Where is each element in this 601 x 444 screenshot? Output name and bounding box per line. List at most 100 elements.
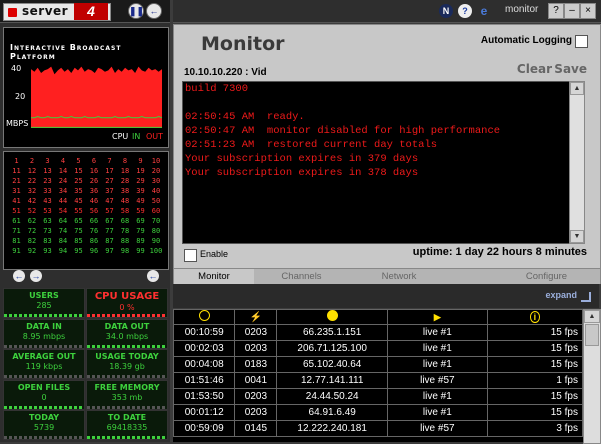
- table-row[interactable]: 00:10:59 0203 66.235.1.151 live #1 15 fps: [173, 324, 583, 341]
- channel-98[interactable]: 98: [118, 247, 133, 255]
- channel-61[interactable]: 61: [9, 217, 24, 225]
- channel-63[interactable]: 63: [40, 217, 55, 225]
- channel-93[interactable]: 93: [40, 247, 55, 255]
- expand-corner-icon[interactable]: [581, 292, 591, 302]
- channel-15[interactable]: 15: [71, 167, 86, 175]
- auto-logging-checkbox[interactable]: [575, 35, 588, 48]
- channel-56[interactable]: 56: [87, 207, 102, 215]
- channel-13[interactable]: 13: [40, 167, 55, 175]
- channel-79[interactable]: 79: [133, 227, 148, 235]
- channel-23[interactable]: 23: [40, 177, 55, 185]
- channel-20[interactable]: 20: [149, 167, 164, 175]
- save-button[interactable]: Save: [554, 62, 587, 76]
- channel-1[interactable]: 1: [9, 157, 24, 165]
- channel-47[interactable]: 47: [102, 197, 117, 205]
- channel-46[interactable]: 46: [87, 197, 102, 205]
- channel-55[interactable]: 55: [71, 207, 86, 215]
- channel-58[interactable]: 58: [118, 207, 133, 215]
- channel-22[interactable]: 22: [25, 177, 40, 185]
- channel-26[interactable]: 26: [87, 177, 102, 185]
- browser-icon[interactable]: e: [477, 4, 491, 18]
- channel-87[interactable]: 87: [102, 237, 117, 245]
- channel-44[interactable]: 44: [56, 197, 71, 205]
- channel-96[interactable]: 96: [87, 247, 102, 255]
- info-icon[interactable]: i: [486, 309, 583, 325]
- clear-button[interactable]: Clear: [517, 62, 552, 76]
- channel-45[interactable]: 45: [71, 197, 86, 205]
- channel-52[interactable]: 52: [25, 207, 40, 215]
- channel-76[interactable]: 76: [87, 227, 102, 235]
- page-back-icon[interactable]: ←: [147, 270, 159, 282]
- channel-86[interactable]: 86: [87, 237, 102, 245]
- channel-72[interactable]: 72: [25, 227, 40, 235]
- scroll-thumb[interactable]: [585, 324, 599, 346]
- channel-16[interactable]: 16: [87, 167, 102, 175]
- table-row[interactable]: 00:59:09 0145 12.222.240.181 live #57 3 fps: [173, 420, 583, 437]
- channel-33[interactable]: 33: [40, 187, 55, 195]
- scroll-up-icon[interactable]: ▲: [570, 82, 584, 95]
- channel-11[interactable]: 11: [9, 167, 24, 175]
- channel-77[interactable]: 77: [102, 227, 117, 235]
- table-scroll-up-icon[interactable]: ▲: [584, 310, 600, 323]
- channel-71[interactable]: 71: [9, 227, 24, 235]
- channel-34[interactable]: 34: [56, 187, 71, 195]
- tab-network[interactable]: Network: [349, 269, 449, 284]
- channel-14[interactable]: 14: [56, 167, 71, 175]
- channel-66[interactable]: 66: [87, 217, 102, 225]
- arrow-left-icon[interactable]: ←: [13, 270, 25, 282]
- channel-83[interactable]: 83: [40, 237, 55, 245]
- channel-84[interactable]: 84: [56, 237, 71, 245]
- channel-67[interactable]: 67: [102, 217, 117, 225]
- channel-18[interactable]: 18: [118, 167, 133, 175]
- channel-31[interactable]: 31: [9, 187, 24, 195]
- channel-82[interactable]: 82: [25, 237, 40, 245]
- tab-channels[interactable]: Channels: [254, 269, 349, 284]
- channel-39[interactable]: 39: [133, 187, 148, 195]
- channel-9[interactable]: 9: [133, 157, 148, 165]
- channel-41[interactable]: 41: [9, 197, 24, 205]
- channel-53[interactable]: 53: [40, 207, 55, 215]
- pause-icon[interactable]: ❚❚: [128, 3, 144, 19]
- channel-25[interactable]: 25: [71, 177, 86, 185]
- expand-button[interactable]: expand: [545, 290, 577, 300]
- channel-32[interactable]: 32: [25, 187, 40, 195]
- scroll-down-icon[interactable]: ▼: [570, 230, 584, 243]
- channel-69[interactable]: 69: [133, 217, 148, 225]
- channel-17[interactable]: 17: [102, 167, 117, 175]
- channel-7[interactable]: 7: [102, 157, 117, 165]
- channel-92[interactable]: 92: [25, 247, 40, 255]
- channel-78[interactable]: 78: [118, 227, 133, 235]
- channel-99[interactable]: 99: [133, 247, 148, 255]
- clock-icon[interactable]: [173, 309, 236, 325]
- channel-64[interactable]: 64: [56, 217, 71, 225]
- channel-59[interactable]: 59: [133, 207, 148, 215]
- channel-85[interactable]: 85: [71, 237, 86, 245]
- channel-91[interactable]: 91: [9, 247, 24, 255]
- table-row[interactable]: 01:53:50 0203 24.44.50.24 live #1 15 fps: [173, 388, 583, 405]
- channel-62[interactable]: 62: [25, 217, 40, 225]
- channel-19[interactable]: 19: [133, 167, 148, 175]
- channel-50[interactable]: 50: [149, 197, 164, 205]
- minimize-button[interactable]: –: [564, 3, 580, 19]
- channel-94[interactable]: 94: [56, 247, 71, 255]
- channel-4[interactable]: 4: [56, 157, 71, 165]
- channel-27[interactable]: 27: [102, 177, 117, 185]
- bolt-icon[interactable]: ⚡: [234, 309, 278, 325]
- channel-75[interactable]: 75: [71, 227, 86, 235]
- channel-5[interactable]: 5: [71, 157, 86, 165]
- arrow-right-icon[interactable]: →: [30, 270, 42, 282]
- n-logo-icon[interactable]: N: [439, 4, 453, 18]
- channel-51[interactable]: 51: [9, 207, 24, 215]
- channel-60[interactable]: 60: [149, 207, 164, 215]
- channel-57[interactable]: 57: [102, 207, 117, 215]
- channel-24[interactable]: 24: [56, 177, 71, 185]
- help-window-button[interactable]: ?: [548, 3, 564, 19]
- channel-38[interactable]: 38: [118, 187, 133, 195]
- channel-40[interactable]: 40: [149, 187, 164, 195]
- enable-checkbox[interactable]: [184, 249, 197, 262]
- back-arrow-icon[interactable]: ←: [146, 3, 162, 19]
- close-button[interactable]: ×: [580, 3, 596, 19]
- channel-6[interactable]: 6: [87, 157, 102, 165]
- table-row[interactable]: 01:51:46 0041 12.77.141.111 live #57 1 fps: [173, 372, 583, 389]
- console-scrollbar[interactable]: ▲ ▼: [569, 81, 585, 244]
